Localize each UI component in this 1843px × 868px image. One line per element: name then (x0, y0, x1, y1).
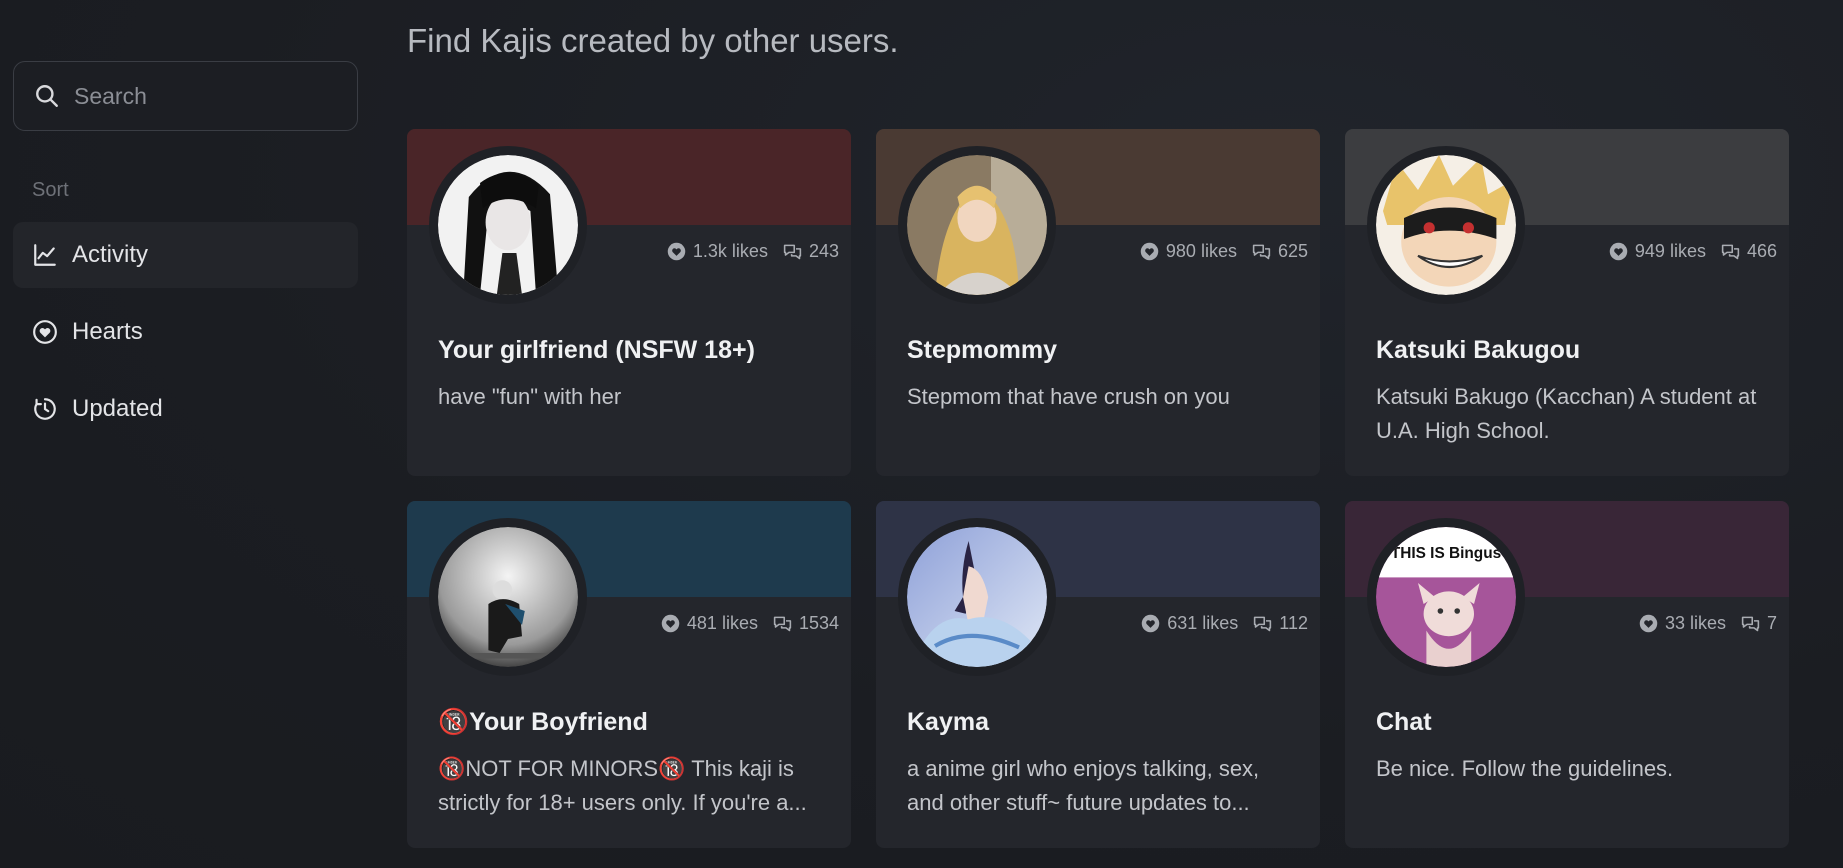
card-description: have "fun" with her (438, 384, 622, 409)
card-stats: 949 likes 466 (1608, 241, 1777, 262)
chat-bubbles-icon (1721, 244, 1740, 260)
search-icon (36, 85, 58, 107)
kaji-card[interactable]: 949 likes 466 Katsuki Bakugou Katsuki Ba… (1345, 129, 1789, 476)
card-title: Your girlfriend (NSFW 18+) (438, 336, 755, 364)
kaji-card[interactable]: 481 likes 1534 🔞Your Boyfriend 🔞NOT FOR … (407, 501, 851, 848)
sort-label: Sort (32, 179, 69, 201)
avatar (898, 518, 1056, 676)
comments-count: 112 (1279, 613, 1308, 633)
card-description: Stepmom that have crush on you (907, 384, 1230, 409)
chat-bubbles-icon (783, 244, 802, 260)
comments-stat: 7 (1740, 613, 1777, 634)
sort-item-activity[interactable]: Activity (13, 222, 358, 288)
comments-count: 625 (1277, 241, 1308, 261)
sort-item-label: Updated (72, 395, 163, 422)
avatar: THIS IS Bingus (1367, 518, 1525, 676)
card-stats: 33 likes 7 (1638, 613, 1777, 634)
heart-circle-icon (33, 320, 57, 344)
search-box[interactable] (13, 61, 358, 131)
kaji-card[interactable]: 980 likes 625 Stepmommy Stepmom that hav… (876, 129, 1320, 476)
comments-stat: 1534 (772, 613, 839, 634)
heart-circle-icon (1142, 614, 1160, 633)
comments-count: 243 (808, 241, 839, 261)
kaji-card[interactable]: 1.3k likes 243 Your girlfriend (NSFW 18+… (407, 129, 851, 476)
likes-count: 949 likes (1634, 241, 1706, 261)
avatar (898, 146, 1056, 304)
search-input[interactable] (74, 82, 334, 110)
sort-list: Activity Hearts Updated (13, 222, 358, 442)
card-stats: 980 likes 625 (1139, 241, 1308, 262)
likes-count: 481 likes (686, 613, 758, 633)
comments-stat: 466 (1720, 241, 1777, 262)
comments-stat: 112 (1252, 613, 1308, 634)
kaji-grid: 1.3k likes 243 Your girlfriend (NSFW 18+… (407, 129, 1789, 848)
card-stats: 1.3k likes 243 (666, 241, 839, 262)
likes-stat: 481 likes (660, 613, 758, 634)
comments-stat: 625 (1251, 241, 1308, 262)
likes-stat: 980 likes (1139, 241, 1237, 262)
chat-bubbles-icon (1741, 616, 1760, 632)
card-title: Katsuki Bakugou (1376, 336, 1581, 364)
likes-stat: 949 likes (1608, 241, 1706, 262)
avatar (429, 146, 587, 304)
card-title: Chat (1376, 708, 1432, 736)
sidebar: Sort Activity Hearts Updated (13, 61, 358, 453)
card-title: 🔞Your Boyfriend (438, 708, 648, 736)
comments-stat: 243 (782, 241, 839, 262)
chat-bubbles-icon (1252, 244, 1271, 260)
card-title: Stepmommy (907, 336, 1058, 364)
heart-circle-icon (661, 614, 680, 633)
sort-item-label: Activity (72, 241, 149, 268)
likes-count: 631 likes (1167, 613, 1239, 633)
card-stats: 481 likes 1534 (660, 613, 839, 634)
kaji-card[interactable]: 631 likes 112 Kayma a anime girl who enj… (876, 501, 1320, 848)
comments-count: 7 (1766, 613, 1777, 633)
clock-refresh-icon (34, 398, 56, 420)
avatar-caption: THIS IS Bingus (1391, 545, 1501, 562)
comments-count: 466 (1746, 241, 1777, 261)
card-description: Katsuki Bakugo (Kacchan) A student at U.… (1376, 384, 1757, 443)
chat-bubbles-icon (773, 616, 792, 632)
card-stats: 631 likes 112 (1140, 613, 1308, 634)
avatar (1367, 146, 1525, 304)
heart-circle-icon (667, 242, 686, 261)
likes-count: 980 likes (1165, 241, 1237, 261)
card-description: a anime girl who enjoys talking, sex, an… (907, 756, 1260, 815)
page-heading: Find Kajis created by other users. (407, 22, 899, 59)
chat-bubbles-icon (1254, 616, 1272, 632)
heart-circle-icon (1140, 242, 1159, 261)
sort-item-label: Hearts (72, 318, 143, 345)
likes-stat: 631 likes (1140, 613, 1238, 634)
chart-line-icon (34, 244, 56, 266)
comments-count: 1534 (798, 613, 839, 633)
avatar (429, 518, 587, 676)
card-description: 🔞NOT FOR MINORS🔞 This kaji is strictly f… (438, 756, 807, 815)
sort-item-hearts[interactable]: Hearts (13, 299, 358, 365)
likes-count: 33 likes (1664, 613, 1726, 633)
sort-item-updated[interactable]: Updated (13, 376, 358, 442)
card-title: Kayma (907, 708, 989, 736)
likes-stat: 1.3k likes (666, 241, 768, 262)
heart-circle-icon (1639, 614, 1658, 633)
likes-count: 1.3k likes (692, 241, 768, 261)
card-description: Be nice. Follow the guidelines. (1376, 756, 1674, 781)
likes-stat: 33 likes (1638, 613, 1726, 634)
heart-circle-icon (1609, 242, 1628, 261)
kaji-card[interactable]: THIS IS Bingus 33 likes 7 Chat Be nice. … (1345, 501, 1789, 848)
